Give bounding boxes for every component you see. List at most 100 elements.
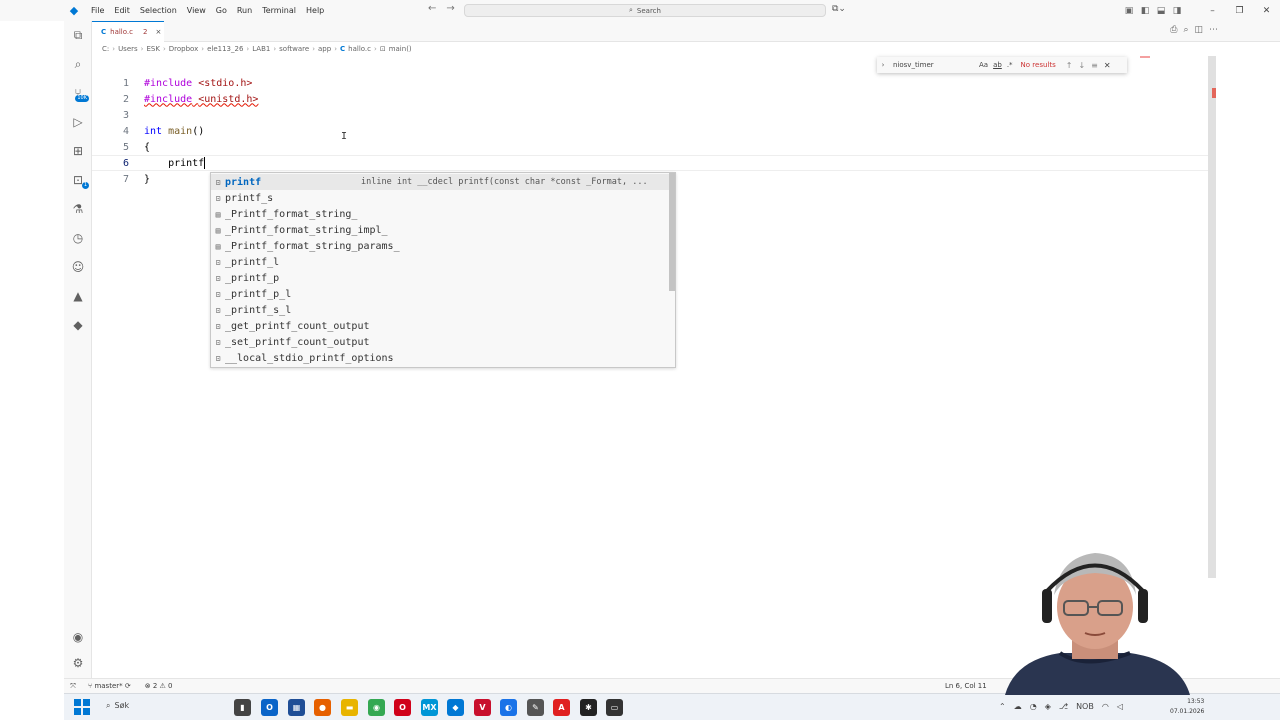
suggestion-item[interactable]: ▤ _Printf_format_string_ bbox=[211, 206, 671, 222]
calendar-app-icon[interactable]: ▦ bbox=[288, 699, 305, 716]
open-changes-icon[interactable]: ⌕ bbox=[1183, 25, 1188, 35]
suggestion-item[interactable]: ⊡ _set_printf_count_output bbox=[211, 334, 671, 350]
file-explorer-icon[interactable]: ▬ bbox=[341, 699, 358, 716]
taskbar-clock[interactable]: 13:53 07.01.2026 bbox=[1170, 697, 1204, 717]
outlook-icon[interactable]: O bbox=[261, 699, 278, 716]
mx-app-icon[interactable]: MX bbox=[421, 699, 438, 716]
close-window-icon[interactable]: ✕ bbox=[1253, 6, 1280, 16]
more-actions-icon[interactable]: ⋯ bbox=[1209, 25, 1218, 35]
remote-badge: 1 bbox=[81, 182, 89, 189]
forward-arrow-icon[interactable]: → bbox=[446, 3, 454, 14]
menu-file[interactable]: File bbox=[86, 0, 109, 21]
layout-icon[interactable]: ▣ bbox=[1121, 6, 1137, 16]
problems-indicator[interactable]: ⊗ 2 ⚠ 0 bbox=[145, 682, 173, 690]
pdf-app-icon[interactable]: A bbox=[553, 699, 570, 716]
suggestion-item[interactable]: ⊡ _printf_p_l bbox=[211, 286, 671, 302]
testing-icon[interactable]: ⚗ bbox=[64, 199, 92, 219]
network-icon[interactable]: ◔ bbox=[1030, 702, 1037, 711]
run-debug-icon[interactable]: ▷ bbox=[64, 112, 92, 132]
macro-icon: ▤ bbox=[215, 241, 221, 251]
back-arrow-icon[interactable]: ← bbox=[428, 3, 436, 14]
record-app-icon[interactable]: ✱ bbox=[580, 699, 597, 716]
python-icon[interactable]: ◆ bbox=[64, 315, 92, 335]
cmake-icon[interactable]: ▲ bbox=[64, 286, 92, 306]
split-editor-icon[interactable]: ◫ bbox=[1194, 25, 1203, 35]
breadcrumb-part[interactable]: Users bbox=[118, 45, 138, 53]
menu-view[interactable]: View bbox=[182, 0, 211, 21]
breadcrumb-part[interactable]: app bbox=[318, 45, 331, 53]
usb-icon[interactable]: ⎇ bbox=[1059, 702, 1068, 711]
menu-edit[interactable]: Edit bbox=[109, 0, 135, 21]
breadcrumb-symbol[interactable]: main() bbox=[389, 45, 412, 53]
run-file-icon[interactable]: ⎙ bbox=[1170, 25, 1177, 35]
restore-icon[interactable]: ❐ bbox=[1226, 6, 1253, 16]
breadcrumb-part[interactable]: C: bbox=[102, 45, 109, 53]
extensions-icon[interactable]: ⊞ bbox=[64, 141, 92, 161]
suggestion-label: _printf_p_l bbox=[225, 288, 292, 300]
timeline-icon[interactable]: ◷ bbox=[64, 228, 92, 248]
menu-selection[interactable]: Selection bbox=[135, 0, 182, 21]
close-tab-icon[interactable]: × bbox=[155, 28, 161, 36]
wifi-icon[interactable]: ◠ bbox=[1102, 702, 1109, 711]
copilot-chat-icon[interactable]: ☺ bbox=[64, 257, 92, 277]
menu-terminal[interactable]: Terminal bbox=[257, 0, 301, 21]
volume-icon[interactable]: ◁ bbox=[1117, 702, 1123, 711]
source-control-icon[interactable]: ⑂ 10K bbox=[64, 83, 92, 103]
breadcrumb-part[interactable]: ESK bbox=[146, 45, 159, 53]
suggestion-item[interactable]: ⊡ _get_printf_count_output bbox=[211, 318, 671, 334]
remote-explorer-icon[interactable]: ⊡ 1 bbox=[64, 170, 92, 190]
clock-time: 13:53 bbox=[1187, 698, 1205, 705]
suggestion-item[interactable]: ⊡ __local_stdio_printf_options bbox=[211, 350, 671, 366]
menu-help[interactable]: Help bbox=[301, 0, 329, 21]
breadcrumb-part[interactable]: LAB1 bbox=[252, 45, 270, 53]
suggestion-item[interactable]: ⊡ _printf_s_l bbox=[211, 302, 671, 318]
menu-run[interactable]: Run bbox=[232, 0, 257, 21]
toggle-sidebar-icon[interactable]: ◧ bbox=[1137, 6, 1153, 16]
minimize-icon[interactable]: – bbox=[1199, 6, 1226, 16]
suggest-scrollbar[interactable] bbox=[669, 173, 675, 291]
suggestion-item[interactable]: ⊡ printf_s bbox=[211, 190, 671, 206]
cursor-position[interactable]: Ln 6, Col 11 bbox=[945, 682, 987, 690]
vscode-taskbar-icon[interactable]: ◆ bbox=[447, 699, 464, 716]
macro-icon: ▤ bbox=[215, 209, 221, 219]
vivaldi-icon[interactable]: V bbox=[474, 699, 491, 716]
command-center[interactable]: ⌕ Search bbox=[464, 4, 826, 17]
menu-go[interactable]: Go bbox=[211, 0, 232, 21]
system-tray: ⌃ ☁ ◔ ◈ ⎇ NOB ◠ ◁ bbox=[999, 702, 1123, 711]
opera-icon[interactable]: O bbox=[394, 699, 411, 716]
start-button[interactable] bbox=[74, 699, 90, 715]
breadcrumb-part[interactable]: Dropbox bbox=[169, 45, 199, 53]
remote-indicator-icon[interactable]: ⤧ bbox=[64, 682, 82, 691]
toggle-secondary-sidebar-icon[interactable]: ◨ bbox=[1169, 6, 1185, 16]
language-indicator[interactable]: NOB bbox=[1076, 702, 1094, 711]
suggestion-item[interactable]: ▤ _Printf_format_string_impl_ bbox=[211, 222, 671, 238]
chrome-icon[interactable]: ◉ bbox=[368, 699, 385, 716]
tab-hallo-c[interactable]: C hallo.c 2 × bbox=[92, 21, 164, 42]
manage-gear-icon[interactable]: ⚙ bbox=[64, 653, 92, 673]
cloud-icon[interactable]: ☁ bbox=[1014, 702, 1022, 711]
copilot-icon[interactable]: ⧉⌄ bbox=[832, 4, 846, 14]
firefox-icon[interactable]: ● bbox=[314, 699, 331, 716]
editor-scrollbar[interactable] bbox=[1208, 56, 1216, 578]
suggestion-item[interactable]: ⊡ _printf_l bbox=[211, 254, 671, 270]
suggestion-item[interactable]: ⊡ _printf_p bbox=[211, 270, 671, 286]
breadcrumb-part[interactable]: ele113_26 bbox=[207, 45, 243, 53]
terminal-app-icon[interactable]: ▭ bbox=[606, 699, 623, 716]
search-icon: ⌕ bbox=[106, 701, 111, 710]
suggestion-item[interactable]: ⊡ printf inline int __cdecl printf(const… bbox=[211, 174, 671, 190]
browser-icon[interactable]: ◐ bbox=[500, 699, 517, 716]
branch-indicator[interactable]: ⑂ master* ⟳ bbox=[88, 682, 131, 690]
pen-app-icon[interactable]: ✎ bbox=[527, 699, 544, 716]
branch-name: master* bbox=[94, 682, 123, 690]
tray-chevron-icon[interactable]: ⌃ bbox=[999, 702, 1006, 711]
search-view-icon[interactable]: ⌕ bbox=[64, 54, 92, 74]
vpn-icon[interactable]: ◈ bbox=[1045, 702, 1051, 711]
explorer-icon[interactable]: ⧉ bbox=[64, 25, 92, 45]
breadcrumb-part[interactable]: software bbox=[279, 45, 309, 53]
breadcrumb-file[interactable]: hallo.c bbox=[348, 45, 371, 53]
suggestion-item[interactable]: ▤ _Printf_format_string_params_ bbox=[211, 238, 671, 254]
accounts-icon[interactable]: ◉ bbox=[64, 627, 92, 647]
taskbar-search[interactable]: ⌕ Søk bbox=[106, 701, 129, 711]
task-view-icon[interactable]: ▮ bbox=[234, 699, 251, 716]
toggle-panel-icon[interactable]: ⬓ bbox=[1153, 6, 1169, 16]
